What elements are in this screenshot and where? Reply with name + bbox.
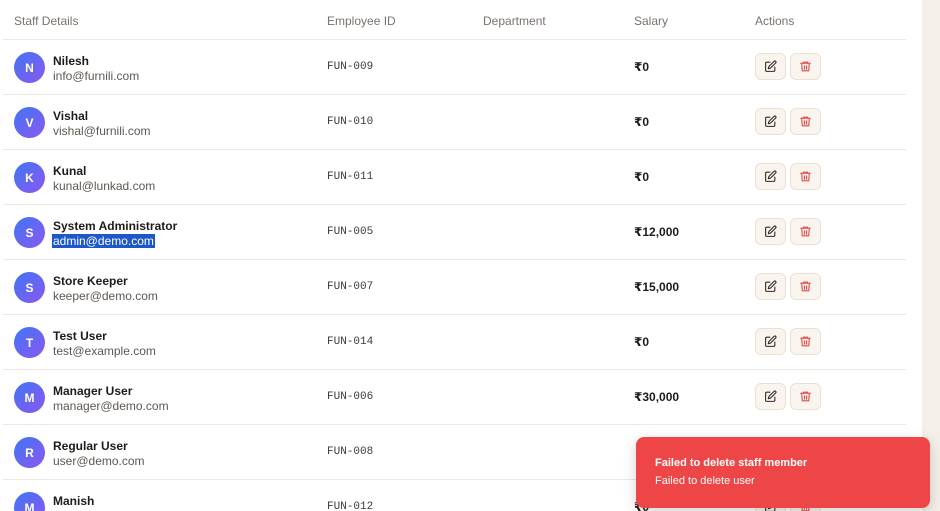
employee-id: FUN-009 — [327, 61, 374, 73]
staff-email: user@demo.com — [53, 454, 145, 468]
table-header: Staff Details Employee ID Department Sal… — [3, 0, 906, 40]
toast-title: Failed to delete staff member — [655, 457, 808, 469]
edit-button[interactable] — [755, 218, 786, 245]
salary: ₹0 — [634, 170, 650, 184]
header-actions: Actions — [755, 14, 795, 28]
avatar: S — [14, 272, 45, 303]
scroll-gutter — [922, 0, 940, 511]
trash-icon — [799, 170, 812, 183]
edit-button[interactable] — [755, 383, 786, 410]
trash-icon — [799, 225, 812, 238]
edit-icon — [764, 60, 777, 73]
edit-icon — [764, 225, 777, 238]
trash-icon — [799, 115, 812, 128]
delete-button[interactable] — [790, 328, 821, 355]
staff-name: Nilesh — [53, 54, 90, 68]
table-row: M Manager User manager@demo.com FUN-006 … — [3, 370, 906, 425]
staff-email: vishal@furnili.com — [53, 124, 151, 138]
salary: ₹30,000 — [634, 390, 680, 404]
edit-button[interactable] — [755, 328, 786, 355]
salary: ₹0 — [634, 60, 650, 74]
delete-button[interactable] — [790, 108, 821, 135]
edit-icon — [764, 170, 777, 183]
employee-id: FUN-014 — [327, 336, 374, 348]
staff-name: Kunal — [53, 164, 87, 178]
edit-button[interactable] — [755, 53, 786, 80]
edit-button[interactable] — [755, 108, 786, 135]
employee-id: FUN-012 — [327, 501, 374, 511]
table-row: T Test User test@example.com FUN-014 ₹0 — [3, 315, 906, 370]
staff-email: info@furnili.com — [53, 69, 140, 83]
edit-icon — [764, 280, 777, 293]
employee-id: FUN-007 — [327, 281, 374, 293]
delete-button[interactable] — [790, 218, 821, 245]
delete-button[interactable] — [790, 383, 821, 410]
staff-email: admin@demo.com — [52, 234, 155, 248]
delete-button[interactable] — [790, 53, 821, 80]
salary: ₹12,000 — [634, 225, 680, 239]
staff-name: Vishal — [53, 109, 89, 123]
avatar: T — [14, 327, 45, 358]
trash-icon — [799, 280, 812, 293]
staff-email: kunal@lunkad.com — [53, 179, 156, 193]
edit-icon — [764, 390, 777, 403]
trash-icon — [799, 60, 812, 73]
avatar: R — [14, 437, 45, 468]
header-department: Department — [483, 14, 546, 28]
avatar: V — [14, 107, 45, 138]
staff-name: Test User — [53, 329, 107, 343]
staff-name: Manish — [53, 494, 95, 508]
staff-email: manager@demo.com — [53, 399, 169, 413]
table-row: S Store Keeper keeper@demo.com FUN-007 ₹… — [3, 260, 906, 315]
salary: ₹15,000 — [634, 280, 680, 294]
staff-name: Manager User — [53, 384, 133, 398]
staff-email: keeper@demo.com — [53, 289, 158, 303]
trash-icon — [799, 335, 812, 348]
employee-id: FUN-008 — [327, 446, 374, 458]
salary: ₹0 — [634, 335, 650, 349]
employee-id: FUN-006 — [327, 391, 374, 403]
staff-page: Staff Details Employee ID Department Sal… — [0, 0, 940, 511]
edit-button[interactable] — [755, 273, 786, 300]
avatar: S — [14, 217, 45, 248]
avatar: M — [14, 382, 45, 413]
header-salary: Salary — [634, 14, 669, 28]
toast-message: Failed to delete user — [655, 475, 755, 487]
salary: ₹0 — [634, 115, 650, 129]
staff-email: test@example.com — [53, 344, 156, 358]
edit-icon — [764, 335, 777, 348]
table-row: K Kunal kunal@lunkad.com FUN-011 ₹0 — [3, 150, 906, 205]
header-employee-id: Employee ID — [327, 14, 396, 28]
employee-id: FUN-011 — [327, 171, 374, 183]
avatar: N — [14, 52, 45, 83]
employee-id: FUN-005 — [327, 226, 374, 238]
table-row: N Nilesh info@furnili.com FUN-009 ₹0 — [3, 40, 906, 95]
avatar: K — [14, 162, 45, 193]
error-toast[interactable]: Failed to delete staff member Failed to … — [636, 437, 930, 508]
trash-icon — [799, 390, 812, 403]
delete-button[interactable] — [790, 163, 821, 190]
staff-name: Store Keeper — [53, 274, 128, 288]
employee-id: FUN-010 — [327, 116, 374, 128]
edit-icon — [764, 115, 777, 128]
edit-button[interactable] — [755, 163, 786, 190]
staff-name: System Administrator — [53, 219, 178, 233]
staff-table: Staff Details Employee ID Department Sal… — [3, 0, 906, 511]
header-staff-details: Staff Details — [14, 14, 79, 28]
avatar: M — [14, 492, 45, 511]
table-row: S System Administrator admin@demo.com FU… — [3, 205, 906, 260]
staff-name: Regular User — [53, 439, 128, 453]
table-row: V Vishal vishal@furnili.com FUN-010 ₹0 — [3, 95, 906, 150]
delete-button[interactable] — [790, 273, 821, 300]
